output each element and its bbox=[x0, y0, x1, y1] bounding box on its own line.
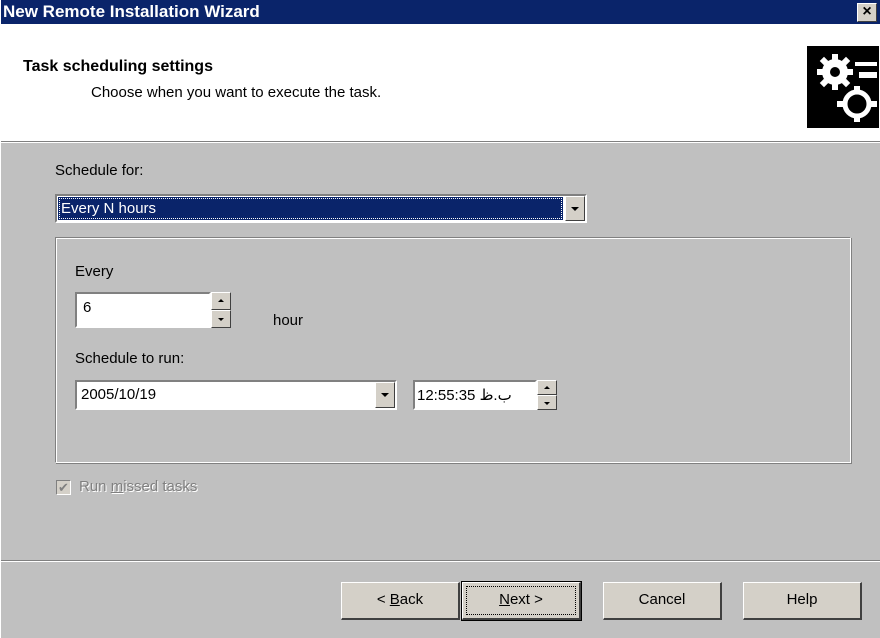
back-label-mnemonic: B bbox=[389, 591, 400, 608]
schedule-for-select[interactable]: Every N hours bbox=[55, 194, 587, 223]
back-label-post: ack bbox=[399, 591, 424, 608]
spin-up-icon bbox=[218, 299, 224, 302]
every-spin-up[interactable] bbox=[211, 292, 231, 310]
date-picker[interactable]: 2005/10/19 bbox=[75, 380, 397, 410]
focus-rect bbox=[466, 586, 576, 615]
close-button[interactable]: × bbox=[857, 3, 877, 22]
schedule-for-dropdown-button[interactable] bbox=[565, 196, 585, 221]
back-button[interactable]: < Back bbox=[341, 582, 460, 620]
header-divider bbox=[1, 142, 880, 143]
chevron-down-icon bbox=[381, 393, 389, 397]
date-dropdown-button[interactable] bbox=[375, 382, 395, 408]
close-icon: × bbox=[862, 3, 872, 20]
every-input[interactable]: 6 bbox=[75, 292, 211, 328]
time-spin-up[interactable] bbox=[537, 380, 557, 395]
time-value: 12:55:35 ب.ظ bbox=[417, 387, 512, 404]
date-value: 2005/10/19 bbox=[81, 386, 157, 403]
every-unit-label: hour bbox=[273, 312, 304, 329]
run-missed-label-mnemonic: m bbox=[110, 478, 124, 495]
help-button[interactable]: Help bbox=[743, 582, 862, 620]
back-label-pre: < bbox=[376, 591, 390, 608]
wizard-header: Task scheduling settings Choose when you… bbox=[1, 24, 880, 142]
footer-divider bbox=[1, 560, 880, 562]
time-spinner[interactable] bbox=[537, 380, 557, 410]
time-input[interactable]: 12:55:35 ب.ظ bbox=[413, 380, 537, 410]
time-spin-down[interactable] bbox=[537, 395, 557, 410]
schedule-for-value: Every N hours bbox=[58, 197, 563, 220]
every-spin-down[interactable] bbox=[211, 310, 231, 328]
page-subtitle: Choose when you want to execute the task… bbox=[91, 84, 382, 101]
every-value: 6 bbox=[83, 299, 92, 316]
run-missed-checkbox[interactable]: ✔ bbox=[56, 480, 71, 495]
schedule-to-run-label: Schedule to run: bbox=[75, 350, 185, 367]
wizard-window: New Remote Installation Wizard × Task sc… bbox=[0, 0, 880, 638]
cancel-button[interactable]: Cancel bbox=[603, 582, 722, 620]
page-title: Task scheduling settings bbox=[23, 58, 213, 75]
every-spinner[interactable] bbox=[211, 292, 231, 328]
window-title: New Remote Installation Wizard bbox=[3, 2, 260, 21]
title-bar: New Remote Installation Wizard × bbox=[1, 0, 880, 24]
run-missed-label[interactable]: Run missed tasks bbox=[79, 478, 197, 495]
help-label: Help bbox=[786, 591, 818, 608]
schedule-for-label: Schedule for: bbox=[55, 162, 144, 179]
spin-up-icon bbox=[544, 385, 550, 389]
spin-down-icon bbox=[544, 401, 550, 405]
run-missed-label-post: issed tasks bbox=[123, 478, 198, 495]
cancel-label: Cancel bbox=[638, 591, 686, 608]
checkmark-icon: ✔ bbox=[58, 480, 69, 495]
run-missed-label-pre: Run bbox=[79, 478, 111, 495]
every-label: Every bbox=[75, 263, 114, 280]
chevron-down-icon bbox=[571, 206, 579, 211]
next-button[interactable]: Next > bbox=[461, 581, 582, 621]
gears-icon bbox=[807, 46, 879, 128]
spin-down-icon bbox=[218, 318, 224, 321]
